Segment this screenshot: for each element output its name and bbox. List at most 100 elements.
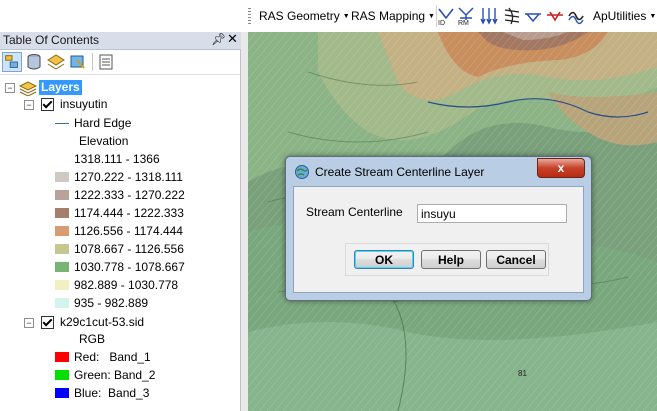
color-swatch — [55, 298, 69, 308]
stream-centerline-label: Stream Centerline — [306, 205, 403, 219]
close-icon: x — [557, 161, 565, 175]
help-button[interactable]: Help — [421, 250, 481, 269]
ras-toolbar: RAS Geometry ▼ RAS Mapping ▼ ID RM ApUtili… — [0, 0, 657, 32]
toolbar-grip[interactable] — [248, 8, 251, 26]
layer-name: k29c1cut-53.sid — [60, 315, 145, 329]
dialog-button-group: OK Help Cancel — [345, 243, 549, 276]
legend-class-label: 1222.333 - 1270.222 — [74, 188, 185, 202]
close-icon[interactable]: ✕ — [227, 31, 238, 47]
ras-geometry-label: RAS Geometry — [259, 9, 340, 23]
collapse-toggle[interactable]: − — [24, 318, 34, 328]
toc-toolbar — [0, 50, 241, 75]
band-row: Blue: Band_3 — [0, 385, 240, 401]
layers-icon — [19, 81, 37, 96]
tree-root-layers[interactable]: − Layers — [0, 80, 240, 96]
table-of-contents-panel: Table Of Contents 📌︎ ✕ − Layers − insuyu… — [0, 31, 241, 411]
color-swatch — [55, 226, 69, 236]
band-label: Blue: Band_3 — [74, 386, 150, 400]
band-row: Red: Band_1 — [0, 349, 240, 365]
legend-class-row: 935 - 982.889 — [0, 295, 240, 311]
legend-class-label: 982.889 - 1030.778 — [74, 278, 179, 292]
list-by-visibility-icon[interactable] — [46, 52, 66, 72]
flow-direction-icon[interactable] — [480, 6, 498, 26]
toc-header: Table Of Contents 📌︎ ✕ — [0, 31, 241, 50]
tree-layer-k29c1cut[interactable]: − k29c1cut-53.sid — [0, 314, 240, 330]
create-stream-centerline-dialog: Create Stream Centerline Layer x Stream … — [285, 156, 592, 301]
legend-class-row: 1030.778 - 1078.667 — [0, 259, 240, 275]
map-grid-label: 81 — [518, 369, 527, 378]
flow-path-icon[interactable] — [567, 6, 585, 26]
legend-class-label: 1078.667 - 1126.556 — [74, 242, 184, 256]
legend-heading-rgb: RGB — [0, 331, 240, 347]
tree-layer-insuyutin[interactable]: − insuyutin — [0, 96, 240, 112]
dialog-body: Stream Centerline OK Help Cancel — [293, 186, 584, 293]
arcmap-globe-icon — [295, 165, 309, 179]
layer-visibility-checkbox[interactable] — [41, 98, 54, 111]
band-label: Green: Band_2 — [74, 368, 156, 382]
options-icon[interactable] — [96, 52, 116, 72]
legend-class-row: 982.889 - 1030.778 — [0, 277, 240, 293]
stream-centerline-input[interactable] — [417, 204, 567, 223]
legend-class-row: 1270.222 - 1318.111 — [0, 169, 240, 185]
map-frame-edge — [241, 32, 248, 411]
legend-class-label: 1030.778 - 1078.667 — [74, 260, 185, 274]
svg-text:ID: ID — [438, 20, 445, 26]
pin-icon[interactable]: 📌︎ — [211, 32, 226, 46]
legend-class-row: 1126.556 - 1174.444 — [0, 223, 240, 239]
aputilities-label: ApUtilities — [593, 9, 647, 23]
list-by-source-icon[interactable] — [24, 52, 44, 72]
layers-label: Layers — [39, 80, 82, 95]
band-row: Green: Band_2 — [0, 367, 240, 383]
dialog-title: Create Stream Centerline Layer — [315, 165, 485, 179]
dropdown-arrow-icon: ▼ — [428, 13, 435, 20]
band-color-swatch — [55, 352, 69, 362]
collapse-toggle[interactable]: − — [5, 83, 15, 93]
xs-cutlines-icon[interactable] — [503, 6, 521, 26]
dialog-close-button[interactable]: x — [537, 158, 585, 178]
ras-mapping-label: RAS Mapping — [351, 9, 426, 23]
legend-class-row: 1078.667 - 1126.556 — [0, 241, 240, 257]
svg-text:RM: RM — [458, 20, 469, 26]
band-color-swatch — [55, 388, 69, 398]
legend-label: Hard Edge — [74, 116, 132, 130]
legend-class-row: 1174.444 - 1222.333 — [0, 205, 240, 221]
legend-class-row: 1222.333 - 1270.222 — [0, 187, 240, 203]
legend-hard-edge: Hard Edge — [0, 115, 240, 131]
toc-toolbar-separator — [92, 53, 93, 71]
rgb-heading: RGB — [79, 332, 106, 346]
elevation-heading: Elevation — [79, 134, 129, 148]
xs-plot-icon[interactable] — [546, 6, 564, 26]
legend-class-label: 1270.222 - 1318.111 — [74, 170, 183, 184]
band-label: Red: Band_1 — [74, 350, 151, 364]
layer-name: insuyutin — [60, 97, 108, 111]
legend-class-row: 1318.111 - 1366 — [0, 151, 240, 167]
color-swatch — [55, 190, 69, 200]
dropdown-arrow-icon: ▼ — [649, 13, 657, 20]
legend-class-label: 935 - 982.889 — [74, 296, 149, 310]
ras-geometry-menu[interactable]: RAS Geometry ▼ — [259, 9, 350, 23]
bank-stations-icon[interactable] — [524, 6, 542, 26]
collapse-toggle[interactable]: − — [24, 100, 34, 110]
toc-title: Table Of Contents — [3, 33, 100, 47]
color-swatch — [55, 208, 69, 218]
layer-visibility-checkbox[interactable] — [41, 316, 54, 329]
list-by-selection-icon[interactable] — [68, 52, 88, 72]
color-swatch — [55, 280, 69, 290]
cancel-button[interactable]: Cancel — [486, 250, 546, 269]
assign-river-id-icon[interactable]: ID — [437, 6, 455, 26]
ok-button[interactable]: OK — [354, 250, 414, 269]
list-by-drawing-order-icon[interactable] — [2, 52, 22, 72]
ras-mapping-menu[interactable]: RAS Mapping ▼ — [351, 9, 435, 23]
color-swatch — [55, 172, 69, 182]
color-swatch — [55, 262, 69, 272]
assign-river-station-icon[interactable]: RM — [457, 6, 475, 26]
band-color-swatch — [55, 370, 69, 380]
dialog-titlebar[interactable]: Create Stream Centerline Layer x — [286, 157, 591, 185]
legend-class-label: 1174.444 - 1222.333 — [74, 206, 184, 220]
legend-class-label: 1318.111 - 1366 — [74, 152, 160, 166]
color-swatch — [55, 244, 69, 254]
legend-heading-elevation: Elevation — [0, 133, 240, 149]
color-swatch — [55, 154, 69, 164]
dropdown-arrow-icon: ▼ — [342, 13, 350, 20]
aputilities-menu[interactable]: ApUtilities ▼ — [593, 9, 656, 23]
